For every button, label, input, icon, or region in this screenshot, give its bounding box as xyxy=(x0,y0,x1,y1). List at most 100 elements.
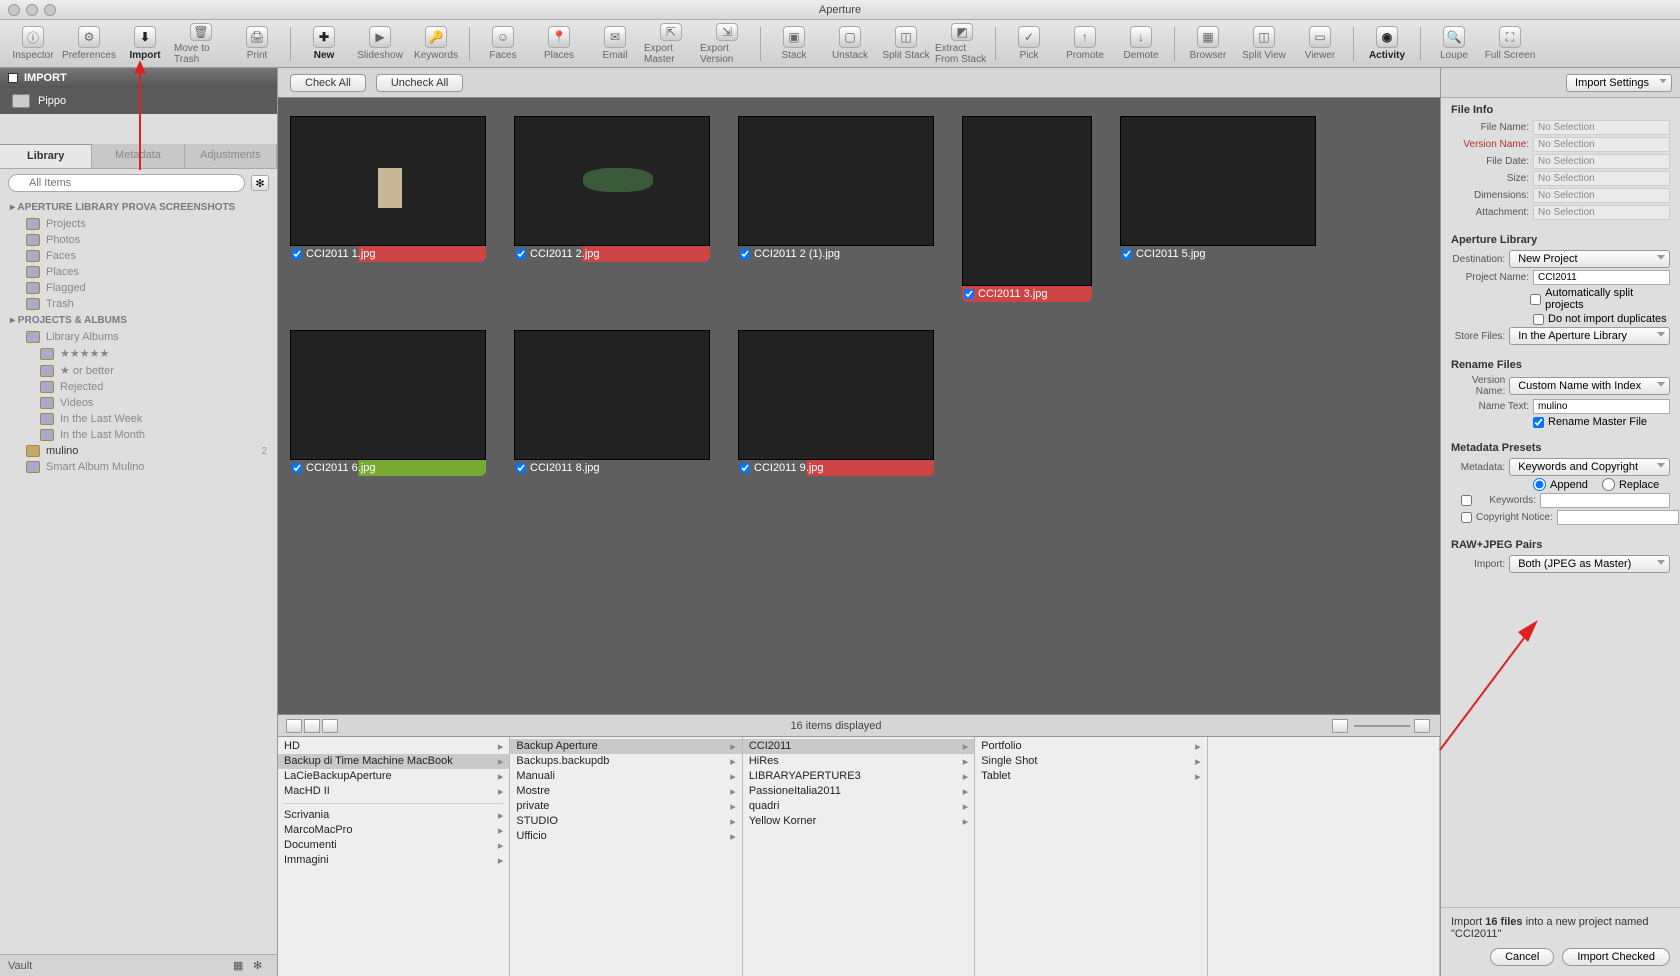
toolbar-browser[interactable]: ▦Browser xyxy=(1181,23,1235,65)
list-view-icon[interactable] xyxy=(304,719,320,733)
toolbar-new[interactable]: ✚New xyxy=(297,23,351,65)
copyright-input[interactable] xyxy=(1557,510,1679,525)
grid-view-icon[interactable] xyxy=(286,719,302,733)
cancel-button[interactable]: Cancel xyxy=(1490,948,1554,966)
toolbar-slideshow[interactable]: ▶Slideshow xyxy=(353,23,407,65)
tree-item[interactable]: Places xyxy=(0,264,277,280)
toolbar-promote[interactable]: ↑Promote xyxy=(1058,23,1112,65)
name-text-input[interactable] xyxy=(1533,399,1670,414)
vault-action-icon[interactable]: ▦ xyxy=(233,959,249,973)
import-toggle-icon[interactable] xyxy=(8,73,18,83)
tree-item[interactable]: In the Last Month xyxy=(0,427,277,443)
toolbar-full-screen[interactable]: ⛶Full Screen xyxy=(1483,23,1537,65)
column-item[interactable]: HD▸ xyxy=(278,739,509,754)
column-item[interactable]: PassioneItalia2011▸ xyxy=(743,784,974,799)
toolbar-activity[interactable]: ◉Activity xyxy=(1360,23,1414,65)
toolbar-print[interactable]: 🖨Print xyxy=(230,23,284,65)
tree-item[interactable]: Photos xyxy=(0,232,277,248)
search-input[interactable] xyxy=(8,174,245,192)
thumbnail[interactable]: CCI2011 2 (1).jpg xyxy=(738,116,934,302)
thumbnail-checkbox[interactable] xyxy=(740,463,750,473)
tree-item[interactable]: Projects xyxy=(0,216,277,232)
tree-item[interactable]: Trash xyxy=(0,296,277,312)
toolbar-export-master[interactable]: ⇱Export Master xyxy=(644,23,698,65)
gear-icon[interactable]: ✻ xyxy=(251,175,269,191)
column-item[interactable]: Documenti▸ xyxy=(278,838,509,853)
tree-item[interactable]: Faces xyxy=(0,248,277,264)
toolbar-extract-from-stack[interactable]: ◩Extract From Stack xyxy=(935,23,989,65)
column-item[interactable]: Mostre▸ xyxy=(510,784,741,799)
raw-import-select[interactable]: Both (JPEG as Master) xyxy=(1509,555,1670,573)
tree-item[interactable]: ★★★★★ xyxy=(0,345,277,362)
rename-master-checkbox[interactable] xyxy=(1533,417,1544,428)
thumbnail-checkbox[interactable] xyxy=(292,463,302,473)
toolbar-export-version[interactable]: ⇲Export Version xyxy=(700,23,754,65)
uncheck-all-button[interactable]: Uncheck All xyxy=(376,74,463,92)
tree-item[interactable]: Flagged xyxy=(0,280,277,296)
thumbnail[interactable]: CCI2011 2.jpg xyxy=(514,116,710,302)
column-item[interactable]: Ufficio▸ xyxy=(510,829,741,844)
toolbar-split-view[interactable]: ◫Split View xyxy=(1237,23,1291,65)
no-duplicates-checkbox[interactable] xyxy=(1533,314,1544,325)
column-item[interactable]: Backup Aperture▸ xyxy=(510,739,741,754)
column-item[interactable]: quadri▸ xyxy=(743,799,974,814)
tree-item[interactable]: ★ or better xyxy=(0,362,277,379)
toolbar-preferences[interactable]: ⚙Preferences xyxy=(62,23,116,65)
column-item[interactable]: HiRes▸ xyxy=(743,754,974,769)
keywords-checkbox[interactable] xyxy=(1461,495,1472,506)
destination-select[interactable]: New Project xyxy=(1509,250,1670,268)
copyright-checkbox[interactable] xyxy=(1461,512,1472,523)
zoom-icon[interactable] xyxy=(44,4,56,16)
project-name-input[interactable] xyxy=(1533,270,1670,285)
tab-adjustments[interactable]: Adjustments xyxy=(185,144,277,168)
metadata-select[interactable]: Keywords and Copyright xyxy=(1509,458,1670,476)
tree-item[interactable]: Smart Album Mulino xyxy=(0,459,277,475)
thumbnail-checkbox[interactable] xyxy=(1122,249,1132,259)
toolbar-inspector[interactable]: ⓘInspector xyxy=(6,23,60,65)
thumb-size-large-icon[interactable] xyxy=(1414,719,1430,733)
column-item[interactable]: MacHD II▸ xyxy=(278,784,509,799)
toolbar-pick[interactable]: ✓Pick xyxy=(1002,23,1056,65)
thumbnail[interactable]: CCI2011 3.jpg xyxy=(962,116,1092,302)
thumbnail-checkbox[interactable] xyxy=(516,249,526,259)
thumb-size-slider[interactable] xyxy=(1354,725,1410,727)
tree-header[interactable]: ▸ APERTURE LIBRARY PROVA SCREENSHOTS xyxy=(0,199,277,216)
tree-item[interactable]: mulino2 xyxy=(0,443,277,459)
store-files-select[interactable]: In the Aperture Library xyxy=(1509,327,1670,345)
column-item[interactable]: Portfolio▸ xyxy=(975,739,1206,754)
column-item[interactable]: LIBRARYAPERTURE3▸ xyxy=(743,769,974,784)
thumbnail[interactable]: CCI2011 5.jpg xyxy=(1120,116,1316,302)
import-checked-button[interactable]: Import Checked xyxy=(1562,948,1670,966)
toolbar-viewer[interactable]: ▭Viewer xyxy=(1293,23,1347,65)
toolbar-loupe[interactable]: 🔍Loupe xyxy=(1427,23,1481,65)
vault-label[interactable]: Vault xyxy=(8,960,32,972)
toolbar-keywords[interactable]: 🔑Keywords xyxy=(409,23,463,65)
toolbar-move-to-trash[interactable]: 🗑Move to Trash xyxy=(174,23,228,65)
toolbar-email[interactable]: ✉Email xyxy=(588,23,642,65)
filmstrip-view-icon[interactable] xyxy=(322,719,338,733)
keywords-input[interactable] xyxy=(1540,493,1670,508)
column-item[interactable]: Scrivania▸ xyxy=(278,808,509,823)
toolbar-split-stack[interactable]: ◫Split Stack xyxy=(879,23,933,65)
thumbnail-checkbox[interactable] xyxy=(740,249,750,259)
append-radio[interactable] xyxy=(1533,478,1546,491)
import-settings-menu[interactable]: Import Settings xyxy=(1566,74,1672,92)
tree-item[interactable]: Library Albums xyxy=(0,329,277,345)
column-item[interactable]: LaCieBackupAperture▸ xyxy=(278,769,509,784)
minimize-icon[interactable] xyxy=(26,4,38,16)
replace-radio[interactable] xyxy=(1602,478,1615,491)
thumbnail[interactable]: CCI2011 9.jpg xyxy=(738,330,934,476)
column-item[interactable]: Tablet▸ xyxy=(975,769,1206,784)
column-item[interactable]: STUDIO▸ xyxy=(510,814,741,829)
column-item[interactable]: Immagini▸ xyxy=(278,853,509,868)
device-row[interactable]: Pippo xyxy=(0,88,277,114)
column-item[interactable]: Backups.backupdb▸ xyxy=(510,754,741,769)
thumbnail-checkbox[interactable] xyxy=(964,289,974,299)
check-all-button[interactable]: Check All xyxy=(290,74,366,92)
column-item[interactable]: Manuali▸ xyxy=(510,769,741,784)
toolbar-demote[interactable]: ↓Demote xyxy=(1114,23,1168,65)
version-name-select[interactable]: Custom Name with Index xyxy=(1509,377,1670,395)
tree-header[interactable]: ▸ PROJECTS & ALBUMS xyxy=(0,312,277,329)
thumbnail[interactable]: CCI2011 6.jpg xyxy=(290,330,486,476)
thumbnail[interactable]: CCI2011 8.jpg xyxy=(514,330,710,476)
